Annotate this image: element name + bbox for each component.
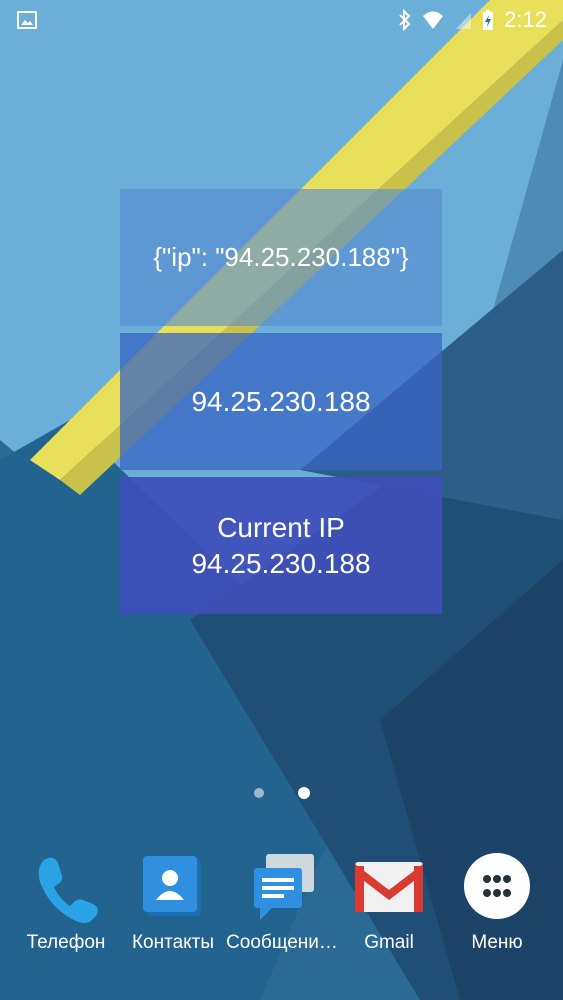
current-ip-title: Current IP	[217, 511, 345, 543]
page-dot-1[interactable]	[253, 788, 264, 798]
dock-label-contacts: Контакты	[131, 932, 215, 953]
status-time: 2:12	[504, 7, 547, 32]
page-dot-2-active[interactable]	[297, 787, 310, 799]
battery-charging-icon	[482, 9, 494, 31]
ip-json-text: {"ip": "94.25.230.188"}	[153, 242, 409, 272]
page-indicator	[0, 786, 563, 800]
dock-label-messages: Сообщени…	[226, 932, 338, 953]
current-ip-value: 94.25.230.188	[191, 547, 371, 579]
messages-icon	[242, 846, 322, 926]
dock-item-menu[interactable]: Меню	[437, 838, 557, 954]
bluetooth-icon	[398, 9, 412, 31]
dock-label-menu: Меню	[471, 932, 523, 953]
dock-label-gmail: Gmail	[364, 932, 414, 953]
dock-item-contacts[interactable]: Контакты	[113, 838, 233, 954]
dock-label-phone: Телефон	[26, 932, 106, 953]
status-bar: 2:12	[0, 0, 563, 40]
ip-json-widget[interactable]: {"ip": "94.25.230.188"}	[120, 189, 442, 326]
contacts-icon	[133, 846, 213, 926]
phone-icon	[26, 846, 106, 926]
dock: Телефон Контакты Сообщени… Gmail Меню	[0, 838, 563, 968]
image-notification-icon	[16, 9, 38, 31]
dock-item-gmail[interactable]: Gmail	[329, 838, 449, 954]
gmail-icon	[349, 846, 429, 926]
dock-item-messages[interactable]: Сообщени…	[222, 838, 342, 954]
signal-icon	[454, 10, 472, 30]
ip-plain-text: 94.25.230.188	[191, 385, 371, 417]
current-ip-widget[interactable]: Current IP 94.25.230.188	[120, 477, 442, 614]
wifi-icon	[422, 10, 444, 30]
ip-plain-widget[interactable]: 94.25.230.188	[120, 333, 442, 470]
app-drawer-icon	[457, 846, 537, 926]
dock-item-phone[interactable]: Телефон	[6, 838, 126, 954]
